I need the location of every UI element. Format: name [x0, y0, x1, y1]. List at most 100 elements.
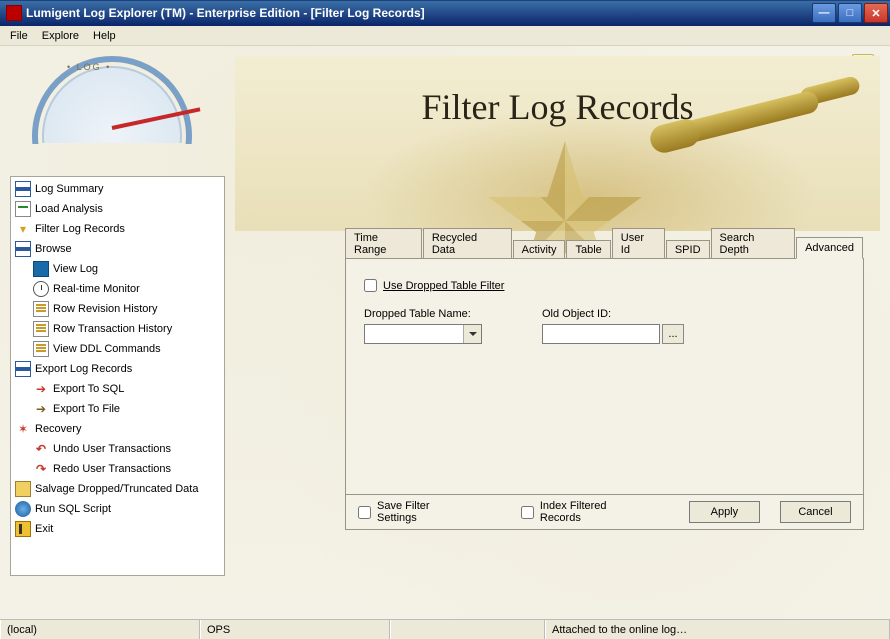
sidebar-label: Real-time Monitor	[53, 283, 140, 295]
sidebar-item-browse[interactable]: Browse	[11, 239, 224, 259]
sidebar-label: Browse	[35, 243, 72, 255]
use-dropped-table-filter-checkbox[interactable]: Use Dropped Table Filter	[364, 279, 845, 292]
use-dropped-table-filter-label: Use Dropped Table Filter	[383, 280, 504, 292]
menubar: File Explore Help	[0, 26, 890, 46]
undo-icon: ↶	[33, 441, 49, 457]
recovery-icon: ✶	[15, 421, 31, 437]
sidebar-label: Export To File	[53, 403, 120, 415]
sidebar-item-recovery[interactable]: ✶ Recovery	[11, 419, 224, 439]
sidebar-label: Undo User Transactions	[53, 443, 171, 455]
sidebar-label: Row Revision History	[53, 303, 158, 315]
export-file-icon: ➔	[33, 401, 49, 417]
use-dropped-table-filter-input[interactable]	[364, 279, 377, 292]
dropped-table-name-label: Dropped Table Name:	[364, 308, 482, 320]
sidebar-item-run-sql-script[interactable]: Run SQL Script	[11, 499, 224, 519]
sidebar-label: Run SQL Script	[35, 503, 111, 515]
sidebar-label: Recovery	[35, 423, 81, 435]
sidebar-label: View Log	[53, 263, 98, 275]
clock-icon	[33, 281, 49, 297]
sidebar-item-salvage[interactable]: Salvage Dropped/Truncated Data	[11, 479, 224, 499]
telescope-decoration	[650, 76, 870, 166]
old-object-id-input[interactable]	[542, 324, 660, 344]
old-object-id-label: Old Object ID:	[542, 308, 684, 320]
sidebar-item-view-ddl-commands[interactable]: View DDL Commands	[11, 339, 224, 359]
titlebar: Lumigent Log Explorer (TM) - Enterprise …	[0, 0, 890, 26]
tabstrip: Time Range Recycled Data Activity Table …	[345, 236, 864, 258]
sidebar-label: Exit	[35, 523, 53, 535]
doc-icon	[33, 341, 49, 357]
sidebar-label: Export To SQL	[53, 383, 124, 395]
funnel-icon: ▾	[15, 221, 31, 237]
calendar-icon	[15, 241, 31, 257]
calendar-icon	[15, 361, 31, 377]
statusbar: (local) OPS Attached to the online log…	[0, 619, 890, 639]
client-area: ? • LOG • Log Summary Load Analysis ▾ Fi…	[0, 46, 890, 619]
close-button[interactable]: ✕	[864, 3, 888, 23]
globe-icon	[15, 501, 31, 517]
tab-activity[interactable]: Activity	[513, 240, 566, 259]
save-filter-settings-label: Save Filter Settings	[377, 500, 471, 524]
sidebar-item-view-log[interactable]: View Log	[11, 259, 224, 279]
sidebar-item-undo-user-transactions[interactable]: ↶ Undo User Transactions	[11, 439, 224, 459]
action-bar: Save Filter Settings Index Filtered Reco…	[345, 494, 864, 530]
tab-advanced[interactable]: Advanced	[796, 237, 863, 259]
sidebar-item-redo-user-transactions[interactable]: ↷ Redo User Transactions	[11, 459, 224, 479]
calendar-icon	[15, 181, 31, 197]
dropped-table-name-value	[365, 325, 463, 343]
sidebar-item-export-log-records[interactable]: Export Log Records	[11, 359, 224, 379]
sidebar-item-row-transaction-history[interactable]: Row Transaction History	[11, 319, 224, 339]
tab-user-id[interactable]: User Id	[612, 228, 665, 259]
menu-help[interactable]: Help	[87, 28, 122, 44]
status-server: (local)	[0, 620, 200, 639]
sidebar-item-load-analysis[interactable]: Load Analysis	[11, 199, 224, 219]
window-title: Lumigent Log Explorer (TM) - Enterprise …	[26, 6, 812, 20]
minimize-button[interactable]: —	[812, 3, 836, 23]
menu-explore[interactable]: Explore	[36, 28, 85, 44]
dropped-table-name-combo[interactable]	[364, 324, 482, 344]
sidebar-item-realtime-monitor[interactable]: Real-time Monitor	[11, 279, 224, 299]
sidebar-label: Log Summary	[35, 183, 103, 195]
status-message: Attached to the online log…	[545, 620, 890, 639]
tab-time-range[interactable]: Time Range	[345, 228, 422, 259]
sidebar-label: View DDL Commands	[53, 343, 161, 355]
maximize-button[interactable]: □	[838, 3, 862, 23]
sidebar-label: Export Log Records	[35, 363, 132, 375]
tab-search-depth[interactable]: Search Depth	[711, 228, 796, 259]
sidebar-item-filter-log-records[interactable]: ▾ Filter Log Records	[11, 219, 224, 239]
compass-decoration: • LOG •	[22, 56, 202, 176]
old-object-id-browse-button[interactable]: ...	[662, 324, 684, 344]
sidebar-label: Redo User Transactions	[53, 463, 171, 475]
tab-table[interactable]: Table	[566, 240, 610, 259]
chevron-down-icon[interactable]	[463, 325, 481, 343]
menu-file[interactable]: File	[4, 28, 34, 44]
index-filtered-records-checkbox[interactable]: Index Filtered Records	[521, 500, 649, 524]
app-icon	[6, 5, 22, 21]
sidebar-item-export-to-file[interactable]: ➔ Export To File	[11, 399, 224, 419]
tab-recycled-data[interactable]: Recycled Data	[423, 228, 512, 259]
sidebar-item-export-to-sql[interactable]: ➔ Export To SQL	[11, 379, 224, 399]
doc-icon	[33, 301, 49, 317]
tab-body-advanced: Use Dropped Table Filter Dropped Table N…	[345, 258, 864, 508]
export-sql-icon: ➔	[33, 381, 49, 397]
save-filter-settings-input[interactable]	[358, 506, 371, 519]
header-banner: Filter Log Records	[235, 56, 880, 231]
cancel-button[interactable]: Cancel	[780, 501, 851, 523]
sidebar-label: Load Analysis	[35, 203, 103, 215]
sidebar-item-log-summary[interactable]: Log Summary	[11, 179, 224, 199]
salvage-icon	[15, 481, 31, 497]
status-db: OPS	[200, 620, 390, 639]
sidebar-item-exit[interactable]: Exit	[11, 519, 224, 539]
sidebar-label: Row Transaction History	[53, 323, 172, 335]
index-filtered-records-input[interactable]	[521, 506, 534, 519]
sidebar-item-row-revision-history[interactable]: Row Revision History	[11, 299, 224, 319]
apply-button[interactable]: Apply	[689, 501, 760, 523]
exit-icon	[15, 521, 31, 537]
index-filtered-records-label: Index Filtered Records	[540, 500, 649, 524]
status-empty	[390, 620, 545, 639]
card-icon	[15, 201, 31, 217]
tab-spid[interactable]: SPID	[666, 240, 710, 259]
redo-icon: ↷	[33, 461, 49, 477]
save-filter-settings-checkbox[interactable]: Save Filter Settings	[358, 500, 471, 524]
sidebar-label: Filter Log Records	[35, 223, 125, 235]
sidebar-label: Salvage Dropped/Truncated Data	[35, 483, 198, 495]
